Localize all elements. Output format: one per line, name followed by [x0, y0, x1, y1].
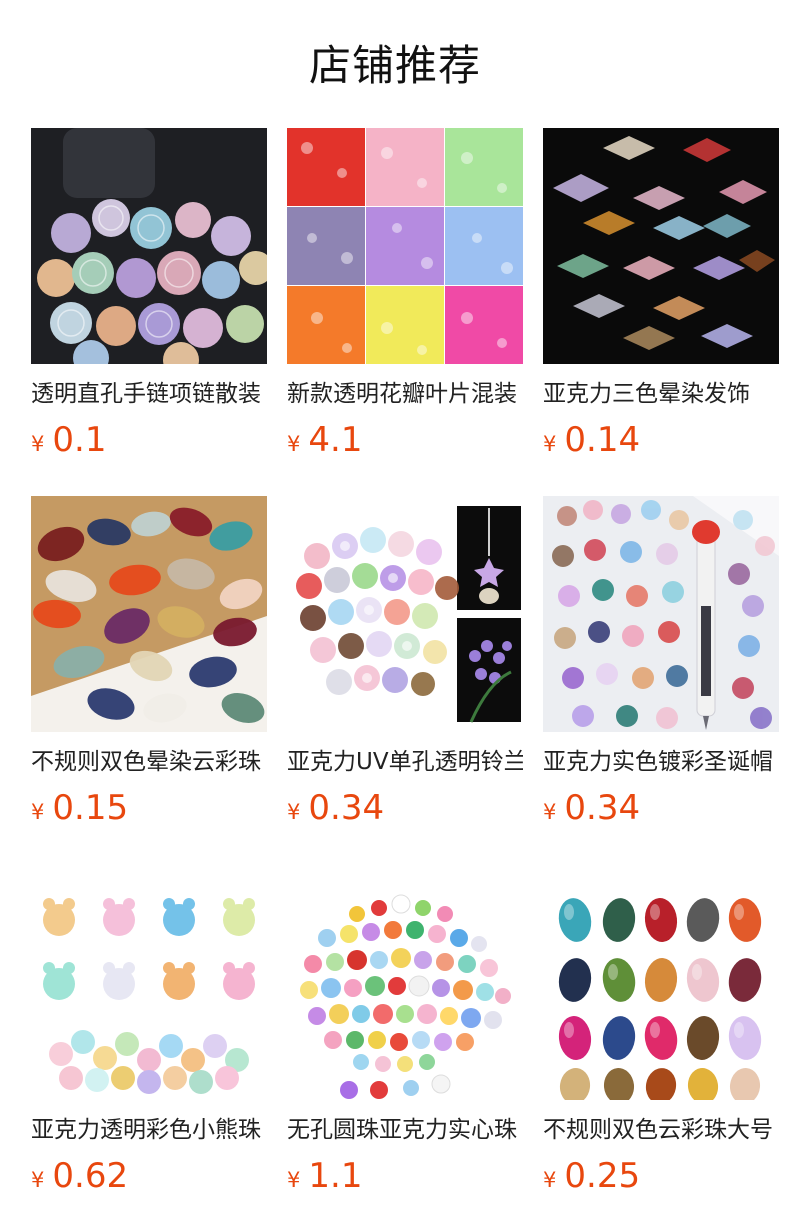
currency-symbol: ¥ [543, 800, 557, 824]
currency-symbol: ¥ [287, 800, 301, 824]
product-image[interactable] [543, 864, 779, 1100]
product-card[interactable]: 亚克力透明彩色小熊珠 ¥0.62 [31, 864, 267, 1232]
product-name[interactable]: 透明直孔手链项链散装 [31, 378, 267, 410]
price-value: 0.1 [52, 420, 107, 460]
product-name[interactable]: 亚克力UV单孔透明铃兰花 [287, 746, 523, 778]
product-card[interactable]: 不规则双色晕染云彩珠 ¥0.15 [31, 496, 267, 864]
product-card[interactable]: 透明直孔手链项链散装 ¥0.1 [31, 128, 267, 496]
product-image[interactable] [287, 864, 523, 1100]
currency-symbol: ¥ [31, 432, 45, 456]
currency-symbol: ¥ [543, 432, 557, 456]
product-grid: 透明直孔手链项链散装 ¥0.1 新款透明花瓣叶片混装 ¥ 4.1 亚克力三色晕染… [31, 128, 779, 1232]
product-name[interactable]: 无孔圆珠亚克力实心珠 [287, 1114, 523, 1146]
product-name[interactable]: 新款透明花瓣叶片混装 [287, 378, 523, 410]
currency-symbol: ¥ [31, 1168, 45, 1192]
product-price: ¥1.1 [287, 1154, 523, 1198]
product-price: ¥0.14 [543, 418, 779, 462]
product-price: ¥0.25 [543, 1154, 779, 1198]
price-value: 0.15 [52, 788, 129, 828]
currency-symbol: ¥ [287, 432, 301, 456]
product-name[interactable]: 亚克力实色镀彩圣诞帽 [543, 746, 779, 778]
product-price: ¥0.1 [31, 418, 267, 462]
product-name[interactable]: 不规则双色云彩珠大号 [543, 1114, 779, 1146]
product-price: ¥4.1 [287, 418, 523, 462]
product-card[interactable]: 亚克力三色晕染发饰 ¥0.14 [543, 128, 779, 496]
product-name[interactable]: 亚克力三色晕染发饰 [543, 378, 779, 410]
product-card[interactable]: 无孔圆珠亚克力实心珠 ¥1.1 [287, 864, 523, 1232]
price-value: 0.14 [564, 420, 641, 460]
product-card[interactable]: 新款透明花瓣叶片混装 ¥4.1 [287, 128, 523, 496]
price-value: 0.25 [564, 1156, 641, 1196]
product-price: ¥0.34 [287, 786, 523, 830]
product-card[interactable]: 不规则双色云彩珠大号 ¥0.25 [543, 864, 779, 1232]
currency-symbol: ¥ [31, 800, 45, 824]
product-name[interactable]: 亚克力透明彩色小熊珠 [31, 1114, 267, 1146]
product-image[interactable] [31, 864, 267, 1100]
page-title: 店铺推荐 [308, 41, 481, 90]
product-card[interactable]: 亚克力UV单孔透明铃兰花 ¥0.34 [287, 496, 523, 864]
product-image[interactable] [543, 496, 779, 732]
price-value: 1.1 [308, 1156, 363, 1196]
price-value: 0.34 [308, 788, 385, 828]
currency-symbol: ¥ [543, 1168, 557, 1192]
product-image[interactable] [287, 128, 523, 364]
product-price: ¥0.15 [31, 786, 267, 830]
price-value: 0.62 [52, 1156, 129, 1196]
product-image[interactable] [287, 496, 523, 732]
product-card[interactable]: 亚克力实色镀彩圣诞帽 ¥0.34 [543, 496, 779, 864]
product-price: ¥0.62 [31, 1154, 267, 1198]
product-image[interactable] [31, 128, 267, 364]
price-value: 4.1 [308, 420, 363, 460]
product-price: ¥0.34 [543, 786, 779, 830]
currency-symbol: ¥ [287, 1168, 301, 1192]
product-image[interactable] [543, 128, 779, 364]
product-image[interactable] [31, 496, 267, 732]
product-name[interactable]: 不规则双色晕染云彩珠 [31, 746, 267, 778]
price-value: 0.34 [564, 788, 641, 828]
